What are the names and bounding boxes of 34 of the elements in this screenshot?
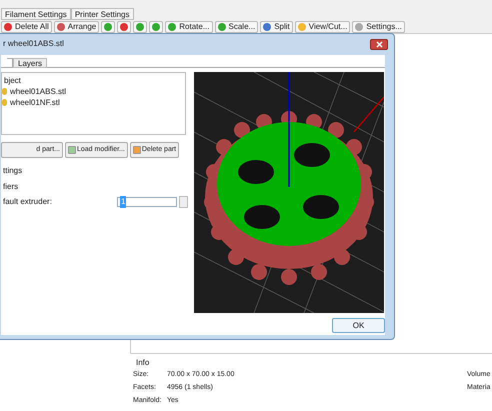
tree-item[interactable]: wheel01NF.stl [10, 97, 60, 108]
close-button[interactable] [370, 38, 388, 50]
dialog-tab[interactable]: Layers [13, 58, 48, 68]
toolbar-button[interactable]: Scale... [214, 20, 258, 32]
close-icon [376, 40, 382, 48]
toolbar-icon-button[interactable] [149, 20, 164, 32]
toolbar-icon [355, 22, 364, 30]
toolbar-icon [56, 22, 65, 30]
remove-cube-icon [132, 146, 141, 154]
dialog-title: r wheel01ABS.stl [3, 38, 64, 50]
spin-buttons[interactable] [179, 196, 188, 208]
toolbar-button[interactable]: Arrange [54, 20, 100, 32]
settings-item[interactable]: fiers [3, 181, 18, 193]
toolbar-icon-button[interactable] [117, 20, 132, 32]
toolbar-icon [4, 22, 12, 30]
toolbar-button[interactable]: View/Cut... [294, 20, 350, 32]
ok-button[interactable]: OK [332, 318, 385, 333]
toolbar-button[interactable]: Settings... [352, 20, 405, 32]
toolbar-button[interactable]: Split [260, 20, 293, 32]
settings-item[interactable]: ttings [3, 165, 22, 177]
field-label: fault extruder: [3, 196, 52, 208]
tree-item[interactable]: bject [2, 75, 21, 86]
add-cube-icon [68, 146, 76, 154]
toolbar-icon [263, 22, 272, 30]
settings-tab[interactable]: Printer Settings [70, 8, 134, 20]
toolbar-icon [218, 22, 226, 30]
toolbar-icon-button[interactable] [101, 20, 116, 32]
toolbar-button[interactable]: Rotate... [165, 20, 213, 32]
tree-item[interactable]: wheel01ABS.stl [10, 86, 66, 97]
settings-tab[interactable]: Filament Settings [1, 8, 71, 20]
section-title: Info [135, 357, 150, 368]
toolbar-icon-button[interactable] [133, 20, 148, 32]
toolbar-icon [298, 22, 306, 30]
toolbar-button[interactable]: Delete All [1, 20, 52, 32]
